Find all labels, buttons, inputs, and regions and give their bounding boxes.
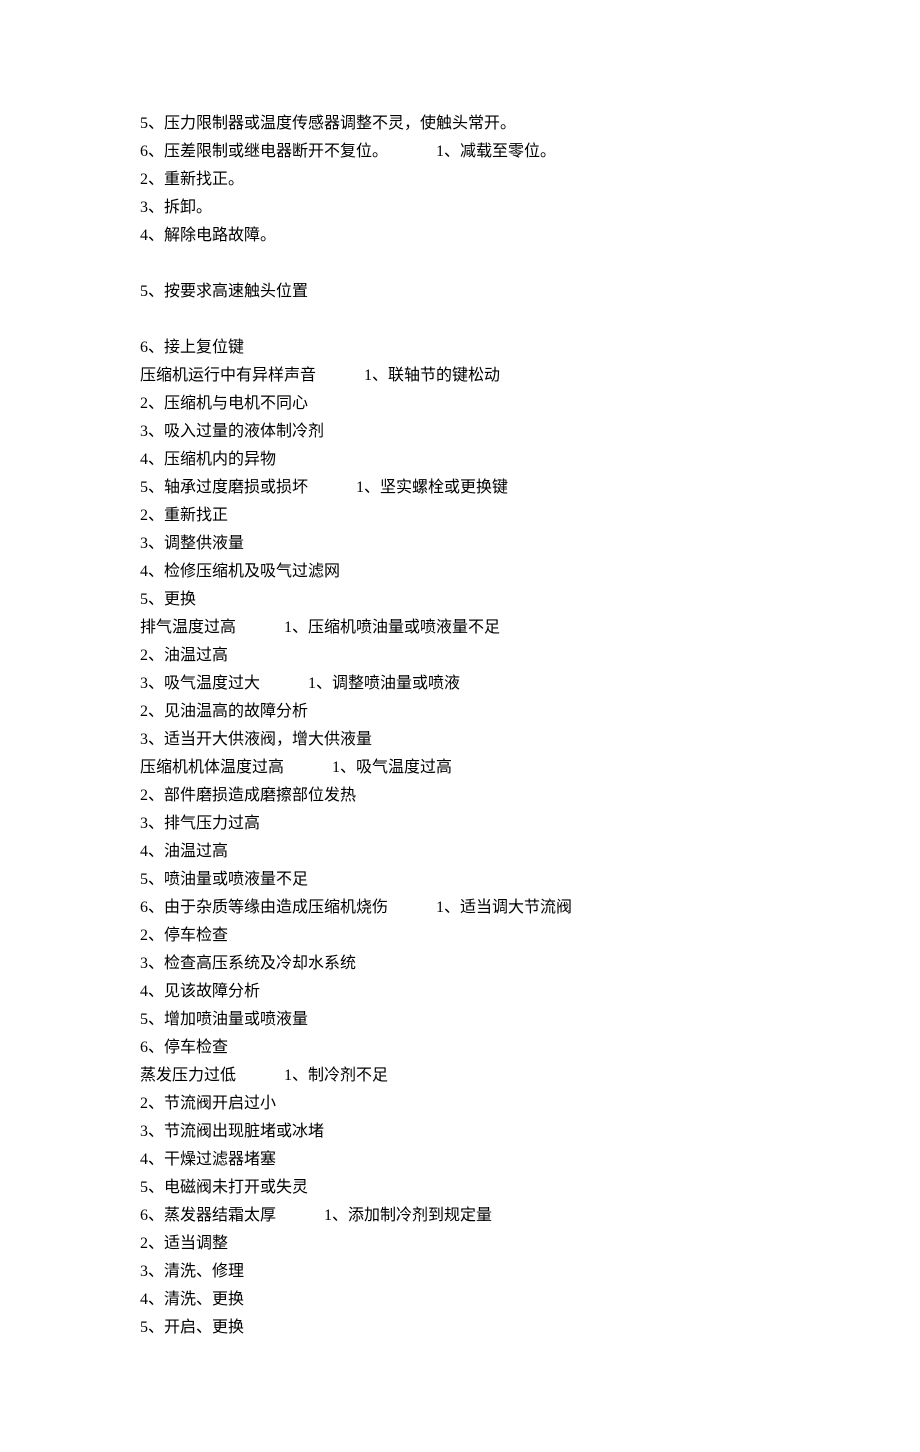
text-line: 4、清洗、更换 bbox=[140, 1286, 780, 1314]
text-line: 5、增加喷油量或喷液量 bbox=[140, 1006, 780, 1034]
text-line: 压缩机运行中有异样声音 1、联轴节的键松动 bbox=[140, 362, 780, 390]
text-line: 2、节流阀开启过小 bbox=[140, 1090, 780, 1118]
text-line: 2、重新找正 bbox=[140, 502, 780, 530]
blank-line bbox=[140, 250, 780, 278]
text-line: 6、蒸发器结霜太厚 1、添加制冷剂到规定量 bbox=[140, 1202, 780, 1230]
text-line: 4、干燥过滤器堵塞 bbox=[140, 1146, 780, 1174]
text-line: 5、电磁阀未打开或失灵 bbox=[140, 1174, 780, 1202]
text-line: 4、压缩机内的异物 bbox=[140, 446, 780, 474]
text-line: 5、轴承过度磨损或损坏 1、坚实螺栓或更换键 bbox=[140, 474, 780, 502]
text-line: 5、压力限制器或温度传感器调整不灵，使触头常开。 bbox=[140, 110, 780, 138]
text-line: 压缩机机体温度过高 1、吸气温度过高 bbox=[140, 754, 780, 782]
text-line: 5、喷油量或喷液量不足 bbox=[140, 866, 780, 894]
text-line: 6、接上复位键 bbox=[140, 334, 780, 362]
text-line: 2、见油温高的故障分析 bbox=[140, 698, 780, 726]
text-line: 2、压缩机与电机不同心 bbox=[140, 390, 780, 418]
text-line: 5、更换 bbox=[140, 586, 780, 614]
text-line: 3、节流阀出现脏堵或冰堵 bbox=[140, 1118, 780, 1146]
text-line: 蒸发压力过低 1、制冷剂不足 bbox=[140, 1062, 780, 1090]
text-line: 5、按要求高速触头位置 bbox=[140, 278, 780, 306]
text-line: 6、压差限制或继电器断开不复位。 1、减载至零位。 bbox=[140, 138, 780, 166]
text-line: 2、重新找正。 bbox=[140, 166, 780, 194]
text-line: 3、适当开大供液阀，增大供液量 bbox=[140, 726, 780, 754]
text-line: 5、开启、更换 bbox=[140, 1314, 780, 1342]
text-line: 4、检修压缩机及吸气过滤网 bbox=[140, 558, 780, 586]
text-line: 2、油温过高 bbox=[140, 642, 780, 670]
text-line: 4、解除电路故障。 bbox=[140, 222, 780, 250]
text-line: 2、适当调整 bbox=[140, 1230, 780, 1258]
text-line: 2、停车检查 bbox=[140, 922, 780, 950]
text-line: 3、检查高压系统及冷却水系统 bbox=[140, 950, 780, 978]
text-line: 4、油温过高 bbox=[140, 838, 780, 866]
text-line: 3、拆卸。 bbox=[140, 194, 780, 222]
text-line: 6、由于杂质等缘由造成压缩机烧伤 1、适当调大节流阀 bbox=[140, 894, 780, 922]
text-line: 2、部件磨损造成磨擦部位发热 bbox=[140, 782, 780, 810]
text-line: 3、清洗、修理 bbox=[140, 1258, 780, 1286]
text-line: 3、排气压力过高 bbox=[140, 810, 780, 838]
text-line: 排气温度过高 1、压缩机喷油量或喷液量不足 bbox=[140, 614, 780, 642]
text-line: 6、停车检查 bbox=[140, 1034, 780, 1062]
blank-line bbox=[140, 306, 780, 334]
document-page: 5、压力限制器或温度传感器调整不灵，使触头常开。6、压差限制或继电器断开不复位。… bbox=[0, 0, 920, 1452]
text-line: 3、调整供液量 bbox=[140, 530, 780, 558]
text-line: 3、吸气温度过大 1、调整喷油量或喷液 bbox=[140, 670, 780, 698]
text-line: 3、吸入过量的液体制冷剂 bbox=[140, 418, 780, 446]
text-line: 4、见该故障分析 bbox=[140, 978, 780, 1006]
